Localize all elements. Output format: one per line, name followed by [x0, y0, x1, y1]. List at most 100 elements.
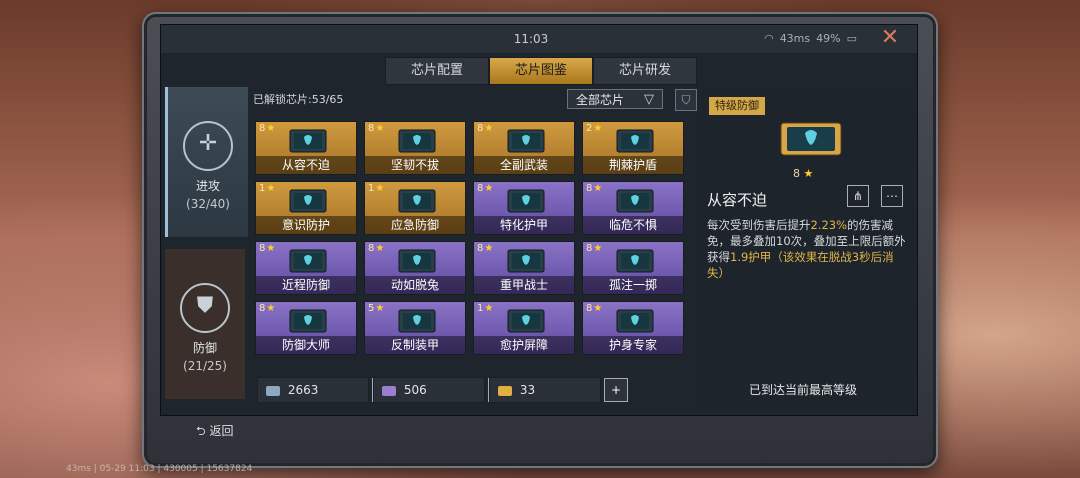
chip-detail-panel: 特级防御 8 ★ 从容不迫 ⋔ ⋯ 每次受到伤害后提升2.23%的伤害减免，最多…: [701, 91, 915, 411]
chip-level: 8★: [259, 243, 276, 254]
chip-level: 8★: [586, 243, 603, 254]
status-bar: ◠ 43ms 49% ▭: [764, 32, 857, 45]
chip-icon: [507, 189, 545, 213]
chip-level: 8★: [477, 243, 494, 254]
close-button[interactable]: ✕: [879, 27, 901, 49]
back-button[interactable]: ⮌ 返回: [196, 422, 233, 443]
category-defense-count: (21/25): [183, 359, 227, 373]
category-attack-count: (32/40): [186, 197, 230, 211]
tab-chip-codex[interactable]: 芯片图鉴: [489, 57, 593, 85]
resource-3-value: 33: [519, 383, 536, 397]
chip-panel: 11:03 ◠ 43ms 49% ▭ ✕ 芯片配置 芯片图鉴 芯片研发 ✛ 进攻…: [160, 24, 918, 416]
chip-level: 5★: [368, 303, 385, 314]
chip-name: 护身专家: [583, 336, 683, 354]
chip-name: 近程防御: [256, 276, 356, 294]
chip-icon: [616, 249, 654, 273]
chip-card[interactable]: 8★ 动如脱兔: [364, 241, 466, 295]
chip-name: 荆棘护盾: [583, 156, 683, 174]
chip-level: 8★: [586, 303, 603, 314]
chip-card[interactable]: 8★ 护身专家: [582, 301, 684, 355]
chip-grid: 8★ 从容不迫 8★ 坚韧不拔 8★ 全副武装 2★ 荆棘护盾 1★ 意识防护 1★ 应急防御 8★ 特化…: [255, 121, 691, 355]
chip-name: 愈护屏障: [474, 336, 574, 354]
chip-level: 8★: [586, 183, 603, 194]
chip-card[interactable]: 8★ 重甲战士: [473, 241, 575, 295]
tab-chip-config[interactable]: 芯片配置: [385, 57, 489, 85]
chip-card[interactable]: 8★ 近程防御: [255, 241, 357, 295]
resource-3-icon: [498, 385, 512, 396]
back-label: 返回: [209, 424, 234, 438]
chip-icon: [289, 249, 327, 273]
chip-level: 1★: [259, 183, 276, 194]
chip-icon: [398, 309, 436, 333]
chip-level: 1★: [477, 303, 494, 314]
chip-name: 从容不迫: [256, 156, 356, 174]
chip-card[interactable]: 1★ 愈护屏障: [473, 301, 575, 355]
tab-chip-research[interactable]: 芯片研发: [593, 57, 697, 85]
chip-card[interactable]: 8★ 从容不迫: [255, 121, 357, 175]
unlock-count: 已解锁芯片:53/65: [253, 93, 344, 106]
category-attack-label: 进攻: [195, 179, 220, 193]
battery-text: 49%: [816, 32, 841, 45]
add-resource-3-button[interactable]: +: [604, 378, 628, 402]
chip-filter-label: 全部芯片: [576, 93, 625, 107]
chip-icon: [507, 129, 545, 153]
chip-icon: [289, 189, 327, 213]
crosshair-icon: ✛: [183, 121, 233, 171]
chip-icon: [398, 129, 436, 153]
chip-card[interactable]: 8★ 临危不惧: [582, 181, 684, 235]
chip-level: 8★: [477, 183, 494, 194]
resource-1-icon: [266, 385, 280, 396]
max-level-text: 已到达当前最高等级: [749, 383, 858, 397]
top-bar: 11:03 ◠ 43ms 49% ▭ ✕: [161, 25, 917, 53]
chip-name: 坚韧不拔: [365, 156, 465, 174]
filter-icon[interactable]: ⛉: [675, 89, 697, 111]
chip-card[interactable]: 1★ 应急防御: [364, 181, 466, 235]
chip-icon: [398, 249, 436, 273]
chip-card[interactable]: 8★ 全副武装: [473, 121, 575, 175]
chip-icon: [616, 129, 654, 153]
share-button[interactable]: ⋔: [847, 185, 869, 207]
resource-3: 33 +: [489, 377, 628, 403]
chip-name: 动如脱兔: [365, 276, 465, 294]
category-sidebar: ✛ 进攻 (32/40) ⛊ 防御 (21/25): [165, 83, 248, 413]
chip-card[interactable]: 5★ 反制装甲: [364, 301, 466, 355]
wifi-icon: ◠: [764, 32, 774, 45]
chip-icon: [289, 309, 327, 333]
chip-name: 临危不惧: [583, 216, 683, 234]
category-attack[interactable]: ✛ 进攻 (32/40): [165, 87, 248, 237]
debug-footer: 43ms | 05-29 11:03 | 430005 | 15637824: [66, 464, 253, 474]
chip-detail-description: 每次受到伤害后提升2.23%的伤害减免，最多叠加10次，叠加至上限后额外获得1.…: [707, 218, 906, 280]
chip-level: 8★: [477, 123, 494, 134]
shield-icon: ⛊: [180, 283, 230, 333]
chip-filter-dropdown[interactable]: 全部芯片 ▽: [567, 89, 663, 109]
chip-large-icon: [780, 122, 842, 156]
chip-detail-name: 从容不迫: [707, 191, 768, 209]
chip-level: 8★: [259, 303, 276, 314]
chip-card[interactable]: 8★ 特化护甲: [473, 181, 575, 235]
back-icon: ⮌: [196, 424, 206, 438]
chip-rarity-badge: 特级防御: [709, 97, 765, 115]
category-defense-label: 防御: [192, 341, 217, 355]
chip-card[interactable]: 8★ 坚韧不拔: [364, 121, 466, 175]
resource-1-value: 2663: [287, 383, 319, 397]
chip-card[interactable]: 8★ 孤注一掷: [582, 241, 684, 295]
battery-icon: ▭: [846, 32, 857, 45]
chip-level: 1★: [368, 183, 385, 194]
chip-icon: [398, 189, 436, 213]
chip-card[interactable]: 2★ 荆棘护盾: [582, 121, 684, 175]
chip-name: 应急防御: [365, 216, 465, 234]
chip-card[interactable]: 8★ 防御大师: [255, 301, 357, 355]
chevron-down-icon: ▽: [644, 92, 654, 107]
chip-level: 8★: [368, 123, 385, 134]
resource-2-icon: [382, 385, 396, 396]
chip-name: 特化护甲: [474, 216, 574, 234]
category-defense[interactable]: ⛊ 防御 (21/25): [165, 249, 245, 399]
chip-icon: [507, 309, 545, 333]
chip-name: 防御大师: [256, 336, 356, 354]
more-button[interactable]: ⋯: [881, 185, 903, 207]
chip-card[interactable]: 1★ 意识防护: [255, 181, 357, 235]
chip-detail-level: 8 ★: [793, 167, 814, 180]
chip-icon: [616, 309, 654, 333]
resource-2: 506 +: [373, 377, 512, 403]
chip-name: 重甲战士: [474, 276, 574, 294]
